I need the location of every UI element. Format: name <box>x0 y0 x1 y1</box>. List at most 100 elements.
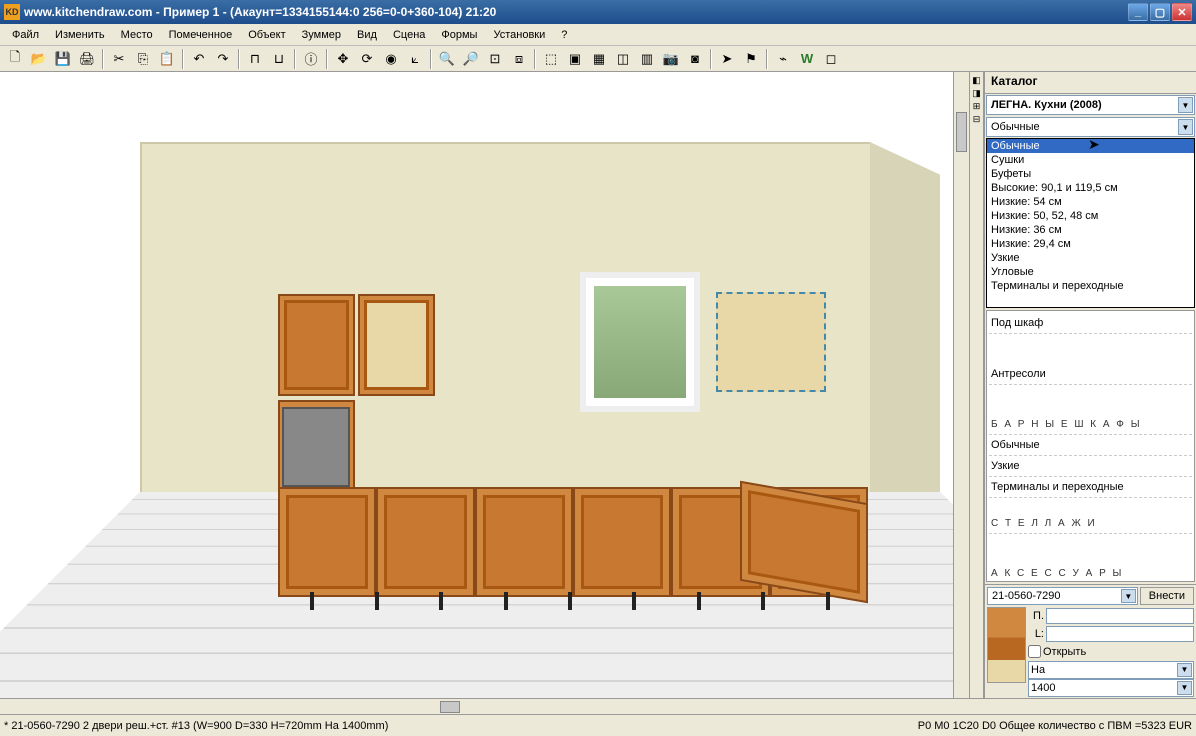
field-l-input[interactable] <box>1046 626 1194 642</box>
list-header: А К С Е С С У А Р Ы <box>989 564 1192 582</box>
app-icon: KD <box>4 4 20 20</box>
ruler-icon-4[interactable]: ⊟ <box>971 113 983 125</box>
field-p-label: П. <box>1028 610 1044 622</box>
list-item[interactable]: Терминалы и переходные <box>989 477 1192 498</box>
snapshot-icon[interactable]: ◙ <box>684 48 706 70</box>
arrow-icon[interactable]: ➤ <box>716 48 738 70</box>
redo-icon[interactable]: ↷ <box>212 48 234 70</box>
list-header: С Т Е Л Л А Ж И <box>989 514 1192 534</box>
zoom-region-icon[interactable]: ⧈ <box>508 48 530 70</box>
dropdown-item[interactable]: Буфеты <box>987 167 1194 181</box>
dropdown-item[interactable]: Низкие: 29,4 см <box>987 237 1194 251</box>
item-preview-image <box>987 607 1026 683</box>
chevron-down-icon[interactable]: ▼ <box>1177 663 1192 677</box>
category-dropdown[interactable]: Обычные Сушки Буфеты Высокие: 90,1 и 119… <box>986 138 1195 308</box>
blank-icon[interactable]: ◻ <box>820 48 842 70</box>
dropdown-item[interactable]: Низкие: 36 см <box>987 223 1194 237</box>
ruler-icon-3[interactable]: ⊞ <box>971 100 983 112</box>
dropdown-item[interactable]: Низкие: 50, 52, 48 см <box>987 209 1194 223</box>
axis-icon[interactable]: ⟀ <box>404 48 426 70</box>
menubar: Файл Изменить Место Помеченное Объект Зу… <box>0 24 1196 46</box>
layer-icon[interactable]: ▣ <box>564 48 586 70</box>
catalog-brand-combo[interactable]: ЛЕГНА. Кухни (2008) ▼ <box>986 95 1195 115</box>
sel-all-icon[interactable]: ⬚ <box>540 48 562 70</box>
list-item[interactable]: Узкие <box>989 456 1192 477</box>
new-icon[interactable]: 🗋 <box>4 48 26 70</box>
chevron-down-icon[interactable]: ▼ <box>1178 119 1193 135</box>
catalog-sidebar: Каталог ЛЕГНА. Кухни (2008) ▼ Обычные ▼ … <box>984 72 1196 698</box>
dropdown-item[interactable]: Обычные <box>987 139 1194 153</box>
dropdown-item[interactable]: Узкие <box>987 251 1194 265</box>
grid3-icon[interactable]: ▥ <box>636 48 658 70</box>
path-icon[interactable]: ⌁ <box>772 48 794 70</box>
close-button[interactable]: ✕ <box>1172 3 1192 21</box>
dropdown-item[interactable]: Терминалы и переходные <box>987 279 1194 293</box>
menu-forms[interactable]: Формы <box>433 27 485 43</box>
catalog-brand-value: ЛЕГНА. Кухни (2008) <box>991 99 1102 111</box>
horizontal-scrollbar[interactable] <box>0 698 1196 714</box>
wall-icon[interactable]: W <box>796 48 818 70</box>
open-checkbox[interactable] <box>1028 645 1041 658</box>
dropdown-item[interactable]: Угловые <box>987 265 1194 279</box>
toolbar: 🗋 📂 💾 🖨 ✂ ⎘ 📋 ↶ ↷ ⊓ ⊔ ⓘ ✥ ⟳ ◉ ⟀ 🔍 🔎 ⊡ ⧈ … <box>0 46 1196 72</box>
open-icon[interactable]: 📂 <box>28 48 50 70</box>
ruler-icon-2[interactable]: ◨ <box>971 87 983 99</box>
viewport-3d[interactable] <box>0 72 970 698</box>
copy-icon[interactable]: ⎘ <box>132 48 154 70</box>
move-icon[interactable]: ✥ <box>332 48 354 70</box>
dropdown-item[interactable]: Низкие: 54 см <box>987 195 1194 209</box>
print-icon[interactable]: 🖨 <box>76 48 98 70</box>
maximize-button[interactable]: ▢ <box>1150 3 1170 21</box>
chevron-down-icon[interactable]: ▼ <box>1177 681 1192 695</box>
paste-icon[interactable]: 📋 <box>156 48 178 70</box>
na-combo[interactable]: На ▼ <box>1028 661 1194 679</box>
menu-zoom[interactable]: Зуммер <box>294 27 349 43</box>
insert-button[interactable]: Внести <box>1140 587 1194 605</box>
spin-icon[interactable]: ◉ <box>380 48 402 70</box>
category-list[interactable]: Под шкаф Антресоли Б А Р Н Ы Е Ш К А Ф Ы… <box>986 310 1195 582</box>
menu-place[interactable]: Место <box>113 27 161 43</box>
list-item[interactable]: Обычные <box>989 435 1192 456</box>
camera-icon[interactable]: 📷 <box>660 48 682 70</box>
save-icon[interactable]: 💾 <box>52 48 74 70</box>
grid1-icon[interactable]: ▦ <box>588 48 610 70</box>
menu-help[interactable]: ? <box>553 27 575 43</box>
cut-icon[interactable]: ✂ <box>108 48 130 70</box>
status-left: * 21-0560-7290 2 двери реш.+ст. #13 (W=9… <box>4 720 388 732</box>
menu-view[interactable]: Вид <box>349 27 385 43</box>
dim-combo[interactable]: 1400 ▼ <box>1028 679 1194 697</box>
chevron-down-icon[interactable]: ▼ <box>1121 589 1136 603</box>
item-code-combo[interactable]: 21-0560-7290 ▼ <box>987 587 1138 605</box>
field-p-input[interactable] <box>1046 608 1194 624</box>
info-icon[interactable]: ⓘ <box>300 48 322 70</box>
status-right: P0 M0 1C20 D0 Общее количество с ПВМ =53… <box>918 720 1192 732</box>
field-l-label: L: <box>1028 628 1044 640</box>
minimize-button[interactable]: _ <box>1128 3 1148 21</box>
ruler2-icon[interactable]: ⊔ <box>268 48 290 70</box>
menu-object[interactable]: Объект <box>240 27 293 43</box>
ruler1-icon[interactable]: ⊓ <box>244 48 266 70</box>
zoom-in-icon[interactable]: 🔍 <box>436 48 458 70</box>
menu-edit[interactable]: Изменить <box>47 27 113 43</box>
list-item[interactable]: Антресоли <box>989 364 1192 385</box>
zoom-reset-icon[interactable]: ⟳ <box>356 48 378 70</box>
menu-settings[interactable]: Установки <box>485 27 553 43</box>
item-panel: 21-0560-7290 ▼ Внести П. L: <box>985 584 1196 698</box>
chevron-down-icon[interactable]: ▼ <box>1178 97 1193 113</box>
ruler-icon-1[interactable]: ◧ <box>971 74 983 86</box>
zoom-out-icon[interactable]: 🔎 <box>460 48 482 70</box>
catalog-tab[interactable]: Каталог <box>985 72 1196 94</box>
grid2-icon[interactable]: ◫ <box>612 48 634 70</box>
menu-marked[interactable]: Помеченное <box>161 27 241 43</box>
dropdown-item[interactable]: Высокие: 90,1 и 119,5 см <box>987 181 1194 195</box>
undo-icon[interactable]: ↶ <box>188 48 210 70</box>
catalog-category-combo[interactable]: Обычные ▼ <box>986 117 1195 137</box>
menu-scene[interactable]: Сцена <box>385 27 433 43</box>
menu-file[interactable]: Файл <box>4 27 47 43</box>
flag-icon[interactable]: ⚑ <box>740 48 762 70</box>
viewport-vscroll[interactable] <box>953 72 969 698</box>
zoom-fit-icon[interactable]: ⊡ <box>484 48 506 70</box>
list-header: Б А Р Н Ы Е Ш К А Ф Ы <box>989 415 1192 435</box>
dropdown-item[interactable]: Сушки <box>987 153 1194 167</box>
list-item[interactable]: Под шкаф <box>989 313 1192 334</box>
